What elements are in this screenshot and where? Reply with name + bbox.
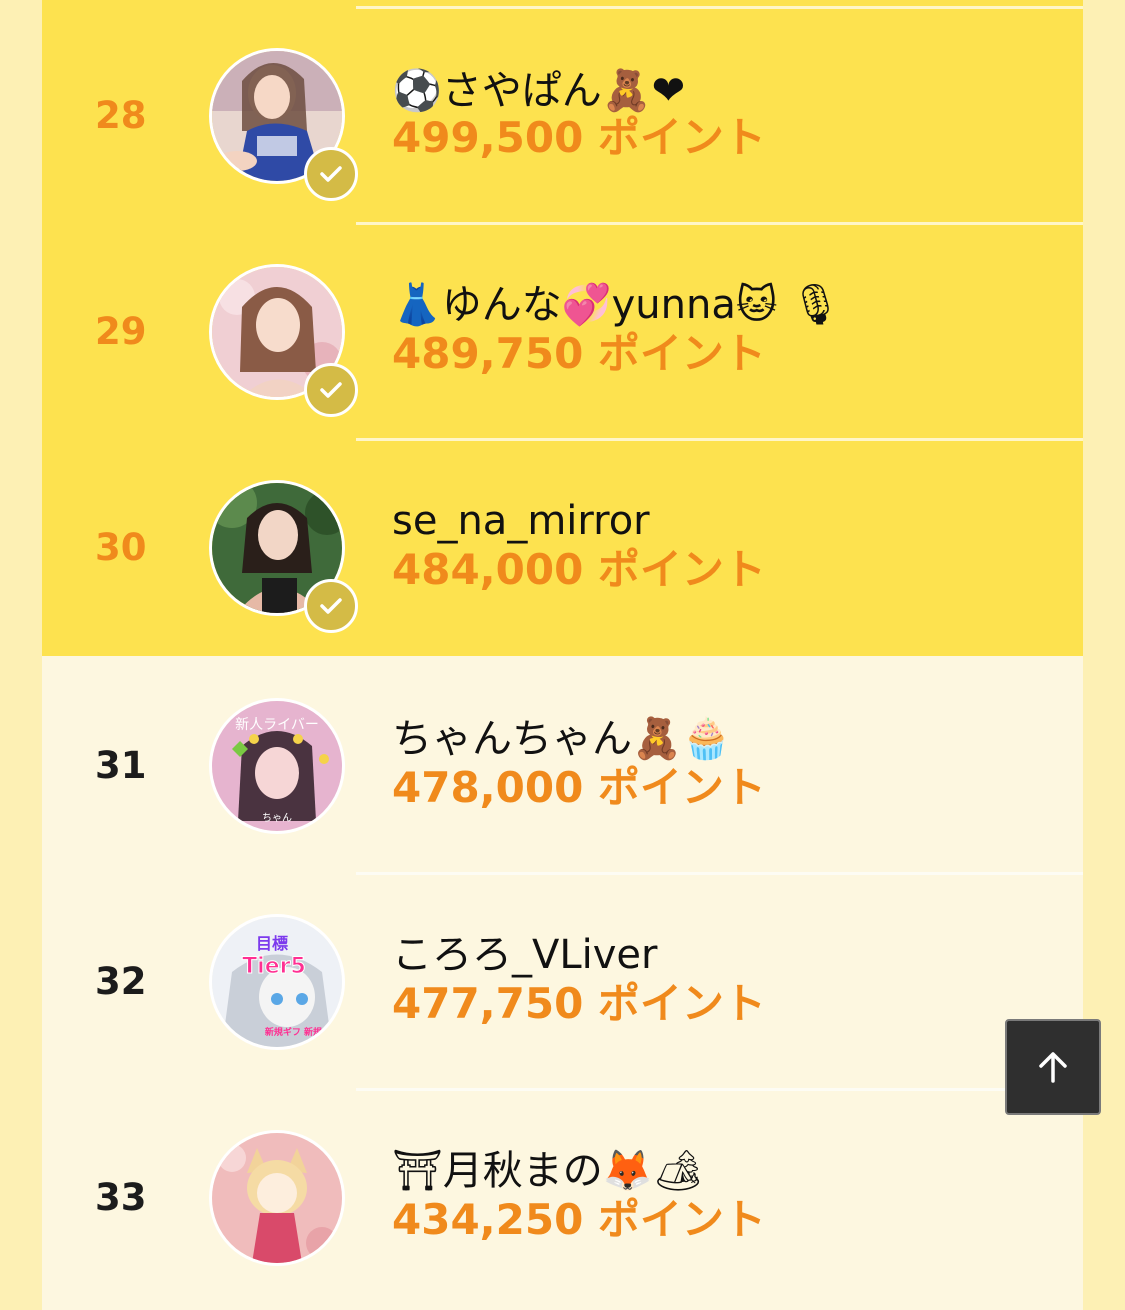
row-divider bbox=[356, 438, 1083, 441]
user-points: 499,500 ポイント bbox=[392, 113, 766, 162]
user-points: 489,750 ポイント bbox=[392, 329, 766, 378]
user-points: 434,250 ポイント bbox=[392, 1195, 766, 1244]
check-badge-icon bbox=[320, 382, 342, 398]
back-to-top-button[interactable] bbox=[1005, 1019, 1101, 1115]
row-divider bbox=[356, 872, 1083, 875]
avatar-photo: 新人ライバー ちゃん bbox=[209, 698, 345, 834]
avatar-caption-goal: 新規ギフ 新規フォロ bbox=[265, 1026, 342, 1038]
page-margin-left bbox=[0, 0, 42, 1310]
ranking-row[interactable]: 29 👗ゆんな💞yunna🐱 🎙 489,750 ポイント bbox=[42, 222, 1083, 438]
row-divider bbox=[356, 1088, 1083, 1091]
check-badge-icon bbox=[320, 598, 342, 614]
arrow-up-icon bbox=[1039, 1052, 1067, 1083]
ranking-row[interactable]: 32 目標 Tier5 新規ギフ 新規フォロ ころろ_VLiver 477,75… bbox=[42, 872, 1083, 1088]
rank-number: 30 bbox=[95, 526, 147, 569]
user-avatar[interactable] bbox=[209, 264, 358, 417]
rank-number: 32 bbox=[95, 960, 147, 1003]
row-divider bbox=[356, 6, 1083, 9]
rank-number: 29 bbox=[95, 310, 147, 353]
user-name[interactable]: ⛩月秋まの🦊🏕 bbox=[392, 1146, 703, 1196]
user-name[interactable]: ちゃんちゃん🧸🧁 bbox=[392, 714, 732, 764]
ranking-row[interactable]: 30 se_na_mirror 484,000 ポイント bbox=[42, 438, 1083, 656]
verified-badge bbox=[304, 579, 358, 633]
user-name[interactable]: se_na_mirror bbox=[392, 496, 650, 546]
user-avatar[interactable] bbox=[209, 48, 358, 201]
avatar-caption: 目標 bbox=[256, 934, 288, 953]
row-divider bbox=[356, 222, 1083, 225]
user-avatar[interactable] bbox=[209, 480, 358, 633]
user-name[interactable]: 👗ゆんな💞yunna🐱 🎙 bbox=[392, 280, 841, 330]
ranking-row[interactable]: 28 ⚽さやぱん🧸❤ 499,500 ポイント bbox=[42, 0, 1083, 222]
user-avatar[interactable]: 目標 Tier5 新規ギフ 新規フォロ bbox=[209, 914, 345, 1050]
rank-number: 31 bbox=[95, 744, 147, 787]
rank-number: 28 bbox=[95, 94, 147, 137]
avatar-caption: 新人ライバー bbox=[235, 717, 319, 733]
user-avatar[interactable] bbox=[209, 1130, 345, 1266]
ranking-row[interactable]: 33 ⛩月秋まの🦊🏕 434,250 ポイント bbox=[42, 1088, 1083, 1310]
user-points: 478,000 ポイント bbox=[392, 763, 766, 812]
verified-badge bbox=[304, 147, 358, 201]
verified-badge bbox=[304, 363, 358, 417]
user-name[interactable]: ころろ_VLiver bbox=[392, 930, 658, 980]
avatar-caption-tier: Tier5 bbox=[242, 954, 306, 979]
avatar-caption-sub: ちゃん bbox=[262, 812, 292, 824]
rank-number: 33 bbox=[95, 1176, 147, 1219]
ranking-row[interactable]: 31 新人ライバー ちゃん ちゃんちゃん🧸🧁 478,000 ポイント bbox=[42, 656, 1083, 872]
avatar-photo bbox=[209, 1130, 345, 1266]
user-avatar[interactable]: 新人ライバー ちゃん bbox=[209, 698, 345, 834]
ranking-page: 28 ⚽さやぱん🧸❤ 499,500 ポイント 29 👗ゆんな💞yunna🐱 🎙… bbox=[0, 0, 1125, 1310]
ranking-list: 28 ⚽さやぱん🧸❤ 499,500 ポイント 29 👗ゆんな💞yunna🐱 🎙… bbox=[42, 0, 1083, 1310]
user-name[interactable]: ⚽さやぱん🧸❤ bbox=[392, 66, 685, 116]
avatar-photo: 目標 Tier5 新規ギフ 新規フォロ bbox=[209, 914, 345, 1050]
check-badge-icon bbox=[320, 166, 342, 182]
user-points: 477,750 ポイント bbox=[392, 979, 766, 1028]
user-points: 484,000 ポイント bbox=[392, 545, 766, 594]
